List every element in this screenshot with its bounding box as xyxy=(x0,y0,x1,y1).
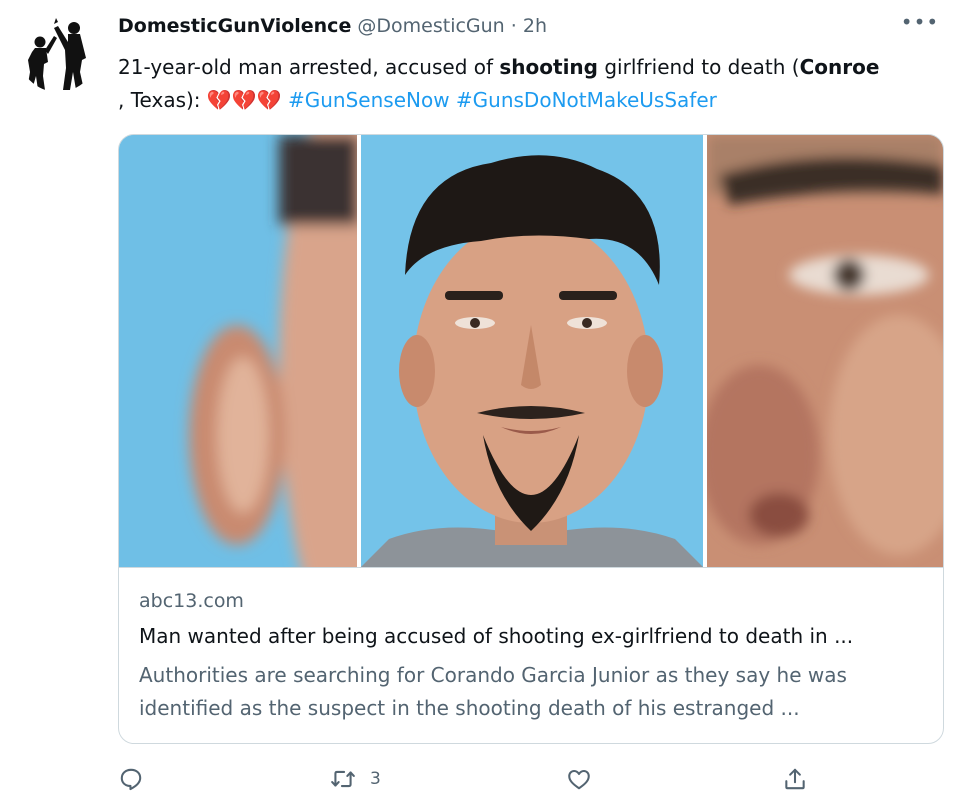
link-preview-card[interactable]: abc13.com Man wanted after being accused… xyxy=(118,134,944,744)
tweet-actions: 3 xyxy=(118,763,948,795)
card-meta[interactable]: abc13.com Man wanted after being accused… xyxy=(119,567,943,743)
reply-button[interactable] xyxy=(118,763,144,795)
separator-dot: · xyxy=(510,15,517,37)
retweet-icon xyxy=(331,770,355,788)
card-image[interactable] xyxy=(119,135,943,567)
tweet-timestamp[interactable]: 2h xyxy=(523,15,547,37)
heart-icon xyxy=(568,769,590,790)
share-icon xyxy=(785,768,805,790)
like-button[interactable] xyxy=(566,763,592,795)
reply-icon xyxy=(120,768,142,791)
tweet-text-segment: girlfriend to death ( xyxy=(597,55,800,79)
broken-heart-emojis: 💔💔💔 xyxy=(206,88,282,112)
tweet-text-segment: 21-year-old man arrested, accused of xyxy=(118,55,500,79)
card-title: Man wanted after being accused of shooti… xyxy=(139,624,854,648)
card-domain: abc13.com xyxy=(139,590,244,612)
tweet-text: 21-year-old man arrested, accused of sho… xyxy=(118,51,948,117)
retweet-count: 3 xyxy=(370,769,381,789)
hashtag-link[interactable]: #GunsDoNotMakeUsSafer xyxy=(456,88,717,112)
hashtag-link[interactable]: #GunSenseNow xyxy=(288,88,450,112)
avatar[interactable] xyxy=(18,12,98,92)
tweet-text-bold: Conroe xyxy=(799,55,880,79)
author-name[interactable]: DomesticGunViolence xyxy=(118,15,351,37)
more-options-button[interactable]: ••• xyxy=(900,12,940,38)
card-description: Authorities are searching for Corando Ga… xyxy=(139,663,847,720)
tweet-text-segment: , Texas): xyxy=(118,88,207,112)
silhouette-logo-icon xyxy=(27,18,86,90)
more-icon: ••• xyxy=(900,10,940,34)
tweet-text-bold: shooting xyxy=(499,55,598,79)
retweet-button[interactable]: 3 xyxy=(330,763,381,795)
share-button[interactable] xyxy=(782,763,808,795)
tweet-header: DomesticGunViolence @DomesticGun · 2h xyxy=(118,13,900,39)
author-handle[interactable]: @DomesticGun xyxy=(357,15,504,37)
mugshot-collage-image xyxy=(119,135,943,567)
